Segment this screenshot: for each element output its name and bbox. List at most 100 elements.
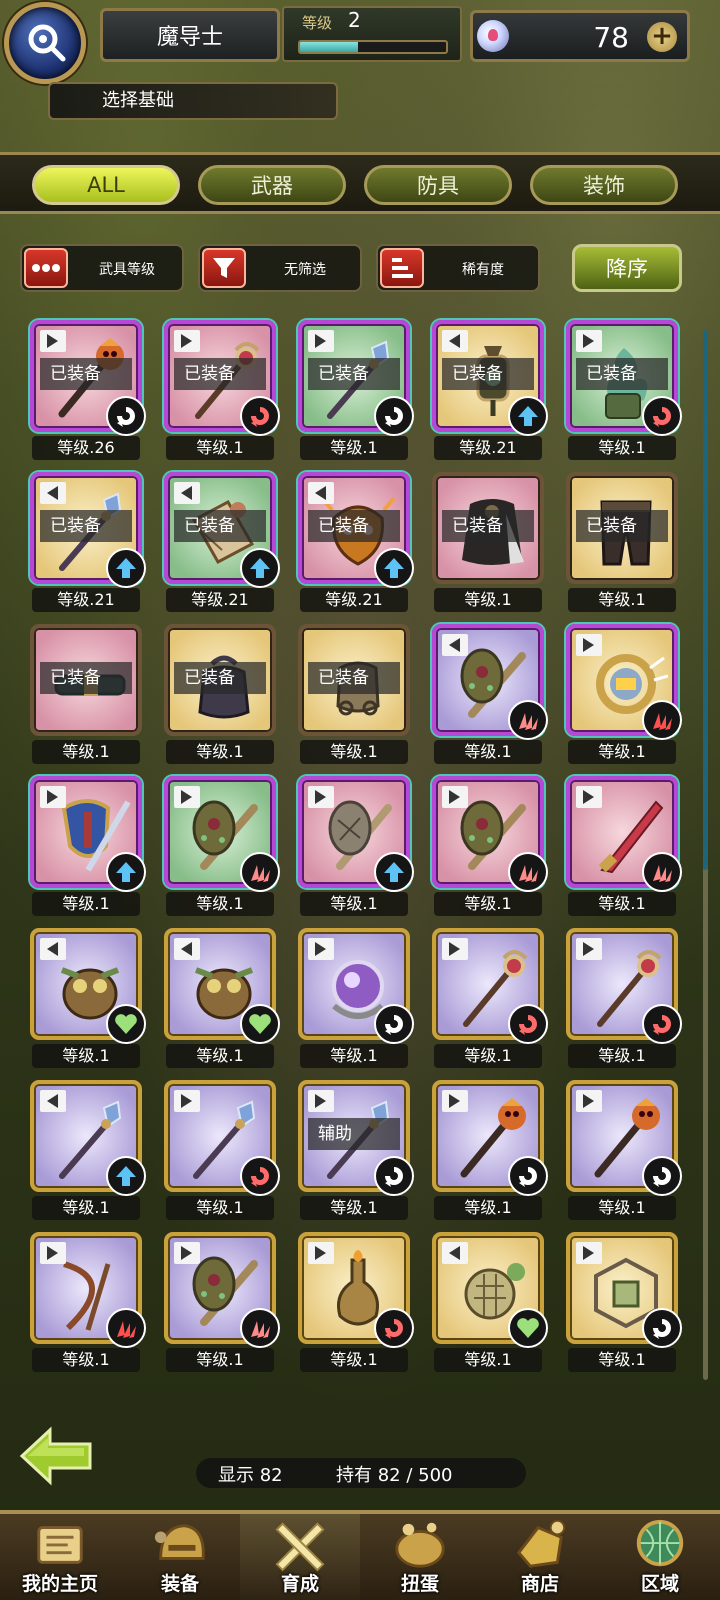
nav-item-4[interactable]: 商店 [480, 1514, 600, 1600]
equipment-item[interactable]: 等级.1 [164, 776, 280, 916]
play-triangle-icon [442, 786, 468, 808]
equipment-card[interactable]: 已装备 [432, 472, 544, 584]
item-level: 等级.1 [434, 1044, 542, 1068]
item-level: 等级.1 [568, 892, 676, 916]
equipment-item[interactable]: 已装备等级.1 [432, 472, 544, 612]
scrollbar[interactable] [703, 330, 708, 1380]
back-button[interactable] [18, 1426, 94, 1486]
equipment-card[interactable]: 已装备 [30, 624, 142, 736]
equipment-item[interactable]: 辅助 等级.1 [298, 1080, 414, 1220]
sort-by-button[interactable]: 武具等级 [20, 244, 184, 292]
equipment-item[interactable]: 等级.1 [30, 928, 146, 1068]
search-orb-button[interactable] [4, 2, 86, 84]
equipped-label: 已装备 [308, 662, 400, 694]
top-header: 魔导士 等级 2 78 + 选择基础 [0, 0, 720, 160]
nav-item-1[interactable]: 装备 [120, 1514, 240, 1600]
filter-button[interactable]: 无筛选 [198, 244, 362, 292]
equipment-item[interactable]: 等级.1 [298, 1232, 414, 1372]
play-triangle-icon [442, 634, 468, 656]
equipment-item[interactable]: 等级.1 [164, 1232, 280, 1372]
swirl-skill-icon [240, 396, 280, 436]
equipment-item[interactable]: 等级.1 [566, 928, 682, 1068]
search-icon [28, 24, 66, 62]
equipment-item[interactable]: 等级.1 [432, 928, 548, 1068]
equipment-card[interactable]: 已装备 [298, 624, 410, 736]
play-triangle-icon [40, 482, 66, 504]
item-level: 等级.1 [568, 1348, 676, 1372]
upgrade-arrow-icon [106, 548, 146, 588]
gem-count: 78 [593, 21, 629, 54]
equipment-item[interactable]: 已装备 等级.1 [164, 624, 276, 764]
tab-accessories[interactable]: 装饰 [530, 165, 678, 205]
equipment-item[interactable]: 已装备 等级.1 [298, 320, 414, 460]
swirl-skill-icon [508, 1004, 548, 1044]
equipment-card[interactable]: 已装备 [164, 624, 276, 736]
equipped-label: 已装备 [442, 510, 534, 542]
equipment-item[interactable]: 等级.1 [298, 928, 414, 1068]
tab-weapons[interactable]: 武器 [198, 165, 346, 205]
equipment-item[interactable]: 已装备 等级.21 [30, 472, 146, 612]
back-arrow-icon [19, 1426, 92, 1486]
tab-armor[interactable]: 防具 [364, 165, 512, 205]
nav-item-0[interactable]: 我的主页 [0, 1514, 120, 1600]
heart-icon [240, 1004, 280, 1044]
tab-all[interactable]: ALL [32, 165, 180, 205]
nav-item-3[interactable]: 扭蛋 [360, 1514, 480, 1600]
play-triangle-icon [40, 786, 66, 808]
equipment-item[interactable]: 等级.1 [432, 776, 548, 916]
crossed-swords-icon [275, 1522, 325, 1572]
equipment-item[interactable]: 等级.1 [432, 1232, 548, 1372]
scrollbar-thumb[interactable] [703, 330, 708, 870]
equipment-item[interactable]: 已装备 等级.21 [298, 472, 414, 612]
equipment-item[interactable]: 等级.1 [432, 624, 548, 764]
bottom-navigation: 我的主页 装备 育成 扭蛋 商店 区域 [0, 1510, 720, 1600]
claw-attack-icon [642, 852, 682, 892]
nav-item-2[interactable]: 育成 [240, 1514, 360, 1600]
equipment-item[interactable]: 等级.1 [164, 928, 280, 1068]
equipment-item[interactable]: 等级.1 [566, 1232, 682, 1372]
nav-item-5[interactable]: 区域 [600, 1514, 720, 1600]
play-triangle-icon [576, 786, 602, 808]
level-panel: 等级 2 [282, 6, 462, 62]
equipment-item[interactable]: 已装备 等级.1 [566, 472, 678, 612]
item-level: 等级.1 [32, 892, 140, 916]
play-triangle-icon [442, 330, 468, 352]
equipment-item[interactable]: 等级.1 [164, 1080, 280, 1220]
equipment-item[interactable]: 已装备 等级.1 [164, 320, 280, 460]
equipment-item[interactable]: 等级.1 [566, 624, 682, 764]
equipment-item[interactable]: 已装备 等级.21 [432, 320, 548, 460]
equipment-item[interactable]: 等级.1 [298, 776, 414, 916]
globe-icon [636, 1519, 684, 1567]
item-level: 等级.21 [32, 588, 140, 612]
equipment-item[interactable]: 等级.1 [566, 1080, 682, 1220]
item-level: 等级.1 [434, 892, 542, 916]
shown-count: 显示 82 [218, 1465, 283, 1486]
equipment-item[interactable]: 已装备 等级.1 [30, 624, 142, 764]
equipment-item[interactable]: 等级.1 [30, 1080, 146, 1220]
equipment-item[interactable]: 等级.1 [30, 776, 146, 916]
equipment-card[interactable]: 已装备 [566, 472, 678, 584]
equipment-item[interactable]: 已装备 等级.21 [164, 472, 280, 612]
equipment-item[interactable]: 等级.1 [566, 776, 682, 916]
item-level: 等级.1 [434, 588, 542, 612]
item-level: 等级.1 [568, 1196, 676, 1220]
equipment-item[interactable]: 已装备 等级.1 [298, 624, 410, 764]
equipment-item[interactable]: 已装备 等级.1 [566, 320, 682, 460]
swirl-skill-icon [642, 1004, 682, 1044]
swirl-skill-icon [508, 1156, 548, 1196]
equipment-item[interactable]: 等级.1 [432, 1080, 548, 1220]
rarity-bars-icon [380, 248, 424, 288]
upgrade-arrow-icon [106, 852, 146, 892]
equipment-item[interactable]: 等级.1 [30, 1232, 146, 1372]
nav-label: 区域 [640, 1573, 679, 1595]
rarity-sort-button[interactable]: 稀有度 [376, 244, 540, 292]
upgrade-arrow-icon [106, 1156, 146, 1196]
item-level: 等级.1 [568, 1044, 676, 1068]
upgrade-arrow-icon [374, 852, 414, 892]
swirl-skill-icon [374, 1156, 414, 1196]
play-triangle-icon [174, 938, 200, 960]
swirl-skill-icon [240, 1156, 280, 1196]
add-gems-button[interactable]: + [647, 22, 677, 52]
equipment-item[interactable]: 已装备 等级.26 [30, 320, 146, 460]
descending-order-button[interactable]: 降序 [572, 244, 682, 292]
